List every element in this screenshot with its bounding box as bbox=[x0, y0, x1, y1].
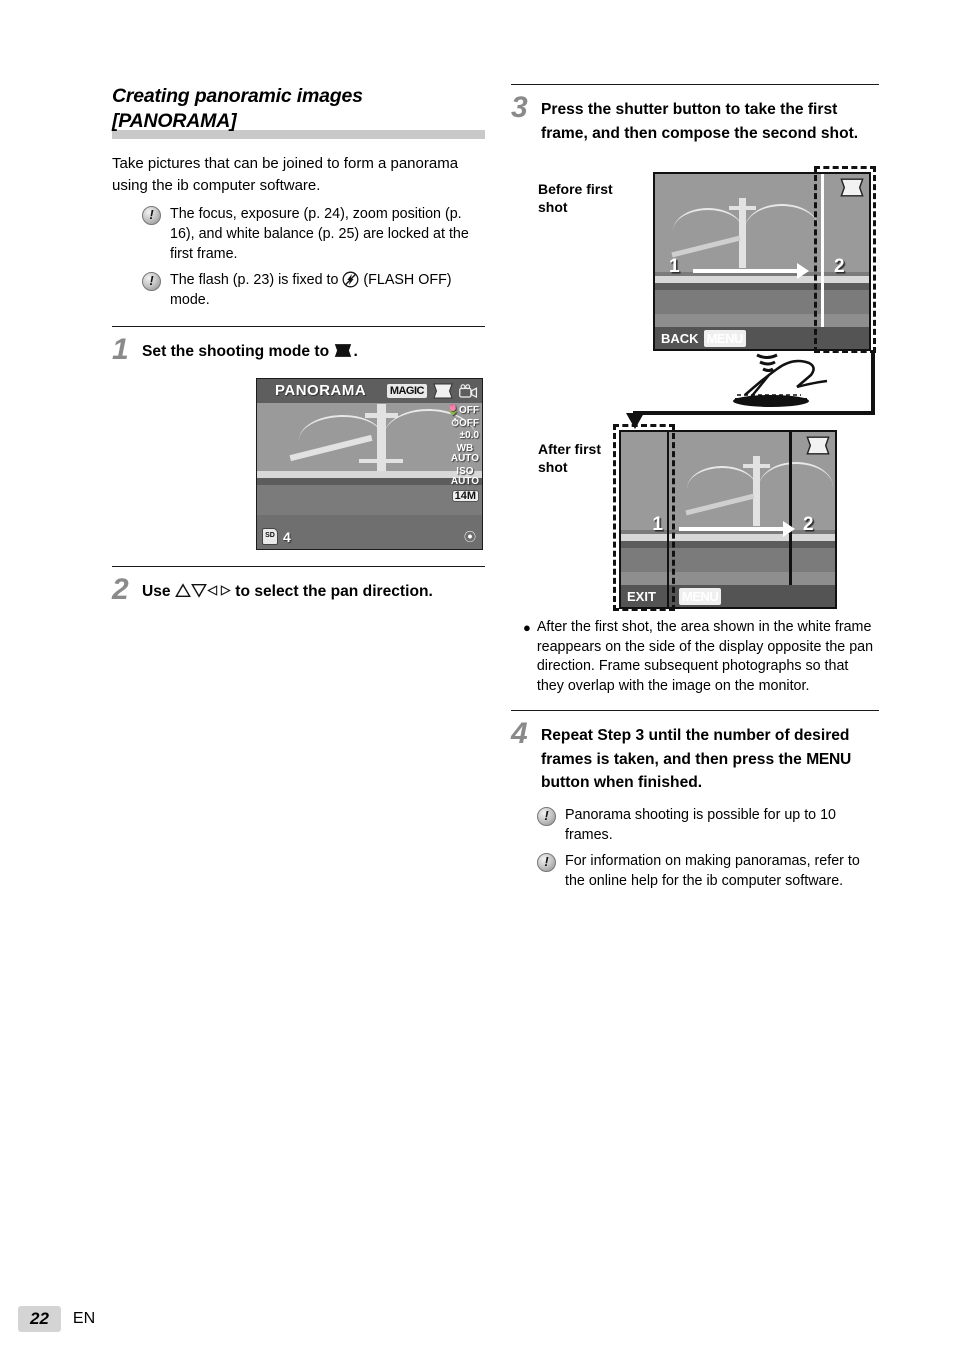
step-3: 3 Press the shutter button to take the f… bbox=[511, 91, 879, 145]
panorama-mode-icon bbox=[806, 436, 830, 455]
lcd-preview-panorama: MAGIC PANORAMA 🌷OFF ⏱OFF ±0.0 WB AUTO ISO… bbox=[256, 378, 483, 550]
note-text: The focus, exposure (p. 24), zoom positi… bbox=[170, 206, 469, 262]
right-column: 3 Press the shutter button to take the f… bbox=[511, 84, 879, 895]
note-item: The focus, exposure (p. 24), zoom positi… bbox=[142, 204, 485, 264]
arrow-left-icon bbox=[207, 585, 218, 596]
highlight-box-before bbox=[814, 166, 876, 353]
caution-icon bbox=[537, 852, 556, 872]
sd-card-icon: SD bbox=[262, 528, 278, 545]
bridge-tower-crossbar bbox=[729, 206, 756, 210]
bullet-item: ● After the first shot, the area shown i… bbox=[523, 618, 879, 696]
step-2-number: 2 bbox=[112, 573, 129, 606]
exposure-compensation-setting[interactable]: ±0.0 bbox=[460, 430, 479, 442]
note-text: Panorama shooting is possible for up to … bbox=[565, 806, 837, 843]
iso-setting[interactable]: ISO AUTO bbox=[451, 466, 479, 488]
white-balance-setting[interactable]: WB AUTO bbox=[451, 443, 479, 465]
menu-chip[interactable]: MENU bbox=[679, 587, 722, 605]
back-button-label[interactable]: BACK bbox=[661, 331, 699, 346]
info-indicator-icon: ⦿ bbox=[463, 530, 476, 544]
step-3-text: Press the shutter button to take the fir… bbox=[541, 101, 859, 142]
pan-direction-arrow bbox=[693, 263, 809, 279]
bridge-cable-right bbox=[745, 204, 819, 254]
bridge-cable-right bbox=[759, 462, 833, 512]
lcd-after-first-shot: 2 MENU bbox=[667, 430, 837, 609]
shutter-press-connector bbox=[626, 353, 875, 429]
overlap-separator bbox=[789, 432, 792, 585]
section-title-line1: Creating panoramic images bbox=[112, 85, 363, 107]
lcd-mode-label: PANORAMA bbox=[275, 382, 367, 399]
frame-2-label: 2 bbox=[803, 514, 814, 535]
step-1: 1 Set the shooting mode to . bbox=[112, 333, 485, 366]
lcd-bottom-bar: MENU bbox=[669, 585, 835, 607]
step-2-text: Use to select the pan direction. bbox=[142, 576, 433, 604]
page-number-badge: 22 bbox=[18, 1306, 61, 1332]
note-item: Panorama shooting is possible for up to … bbox=[537, 805, 879, 845]
divider bbox=[112, 326, 485, 327]
step-1-text-after: . bbox=[353, 343, 358, 360]
macro-setting[interactable]: 🌷OFF bbox=[447, 405, 479, 417]
arrow-right-icon bbox=[220, 585, 231, 596]
lcd-before-first-shot: 1 BACK MENU bbox=[653, 172, 823, 351]
panorama-mode-icon[interactable] bbox=[432, 383, 454, 399]
note-text: The flash (p. 23) is fixed to (FLASH OFF… bbox=[170, 270, 485, 310]
section-title-line2: [PANORAMA] bbox=[112, 110, 237, 132]
step-2: 2 Use to select the pan direction. bbox=[112, 573, 485, 606]
bullet-text: After the first shot, the area shown in … bbox=[536, 619, 874, 694]
bridge-tower-crossbar bbox=[743, 464, 770, 468]
movie-mode-icon[interactable] bbox=[459, 383, 478, 399]
arrow-down-icon bbox=[191, 584, 207, 598]
step-3-number: 3 bbox=[511, 91, 528, 124]
left-column: Creating panoramic images [PANORAMA] Tak… bbox=[112, 84, 485, 606]
lcd-bottom-bar: BACK MENU bbox=[655, 327, 821, 349]
step-1-text-before: Set the shooting mode to bbox=[142, 343, 334, 360]
note-item: For information on making panoramas, ref… bbox=[537, 851, 879, 891]
divider bbox=[511, 84, 879, 85]
note-text: For information on making panoramas, ref… bbox=[565, 852, 860, 889]
arrow-up-icon bbox=[175, 583, 191, 597]
step-4: 4 Repeat Step 3 until the number of desi… bbox=[511, 717, 879, 795]
panorama-mode-icon bbox=[335, 344, 352, 357]
bridge-tower-crossbar bbox=[365, 413, 398, 418]
menu-button-word: MENU bbox=[806, 750, 851, 768]
step-2-text-before: Use bbox=[142, 583, 175, 600]
lcd-setting-stack: 🌷OFF ⏱OFF ±0.0 WB AUTO ISO AUTO 14M bbox=[443, 405, 479, 502]
caption-before-first-shot: Before first shot bbox=[538, 181, 613, 215]
caution-icon bbox=[142, 272, 161, 291]
divider bbox=[112, 566, 485, 567]
step-4-text-part1: Repeat Step 3 until the number of desire… bbox=[541, 727, 850, 768]
page-footer: 22 EN bbox=[18, 1306, 95, 1332]
lcd-bottom-left: SD 4 bbox=[262, 528, 291, 545]
note-text-part1: The flash (p. 23) is fixed to bbox=[170, 272, 343, 288]
magic-mode-label[interactable]: MAGIC bbox=[386, 384, 427, 398]
highlight-box-after bbox=[613, 424, 675, 611]
step-4-text: Repeat Step 3 until the number of desire… bbox=[541, 720, 871, 795]
note-item: The flash (p. 23) is fixed to (FLASH OFF… bbox=[142, 270, 485, 310]
selftimer-setting[interactable]: ⏱OFF bbox=[451, 418, 479, 430]
divider bbox=[511, 710, 879, 711]
image-size-setting[interactable]: 14M bbox=[451, 489, 479, 502]
step-4-text-part2: button when finished. bbox=[541, 774, 703, 791]
step-2-text-after: to select the pan direction. bbox=[230, 583, 433, 600]
step-1-text: Set the shooting mode to . bbox=[142, 336, 358, 364]
caution-icon bbox=[142, 206, 161, 225]
pan-direction-arrow bbox=[679, 521, 795, 537]
section-title: Creating panoramic images [PANORAMA] bbox=[112, 84, 485, 134]
bullet-dot-icon: ● bbox=[523, 620, 531, 635]
step-1-number: 1 bbox=[112, 333, 129, 366]
step-4-number: 4 bbox=[511, 717, 528, 750]
intro-paragraph: Take pictures that can be joined to form… bbox=[112, 155, 459, 194]
frames-remaining: 4 bbox=[283, 528, 291, 545]
menu-chip[interactable]: MENU bbox=[703, 329, 746, 347]
language-label: EN bbox=[72, 1310, 96, 1327]
caution-icon bbox=[537, 806, 556, 826]
flash-off-icon bbox=[342, 271, 359, 288]
frame-1-label: 1 bbox=[669, 256, 680, 277]
panorama-shot-diagram: Before first shot 1 BACK MENU 2 After fi… bbox=[511, 155, 879, 611]
